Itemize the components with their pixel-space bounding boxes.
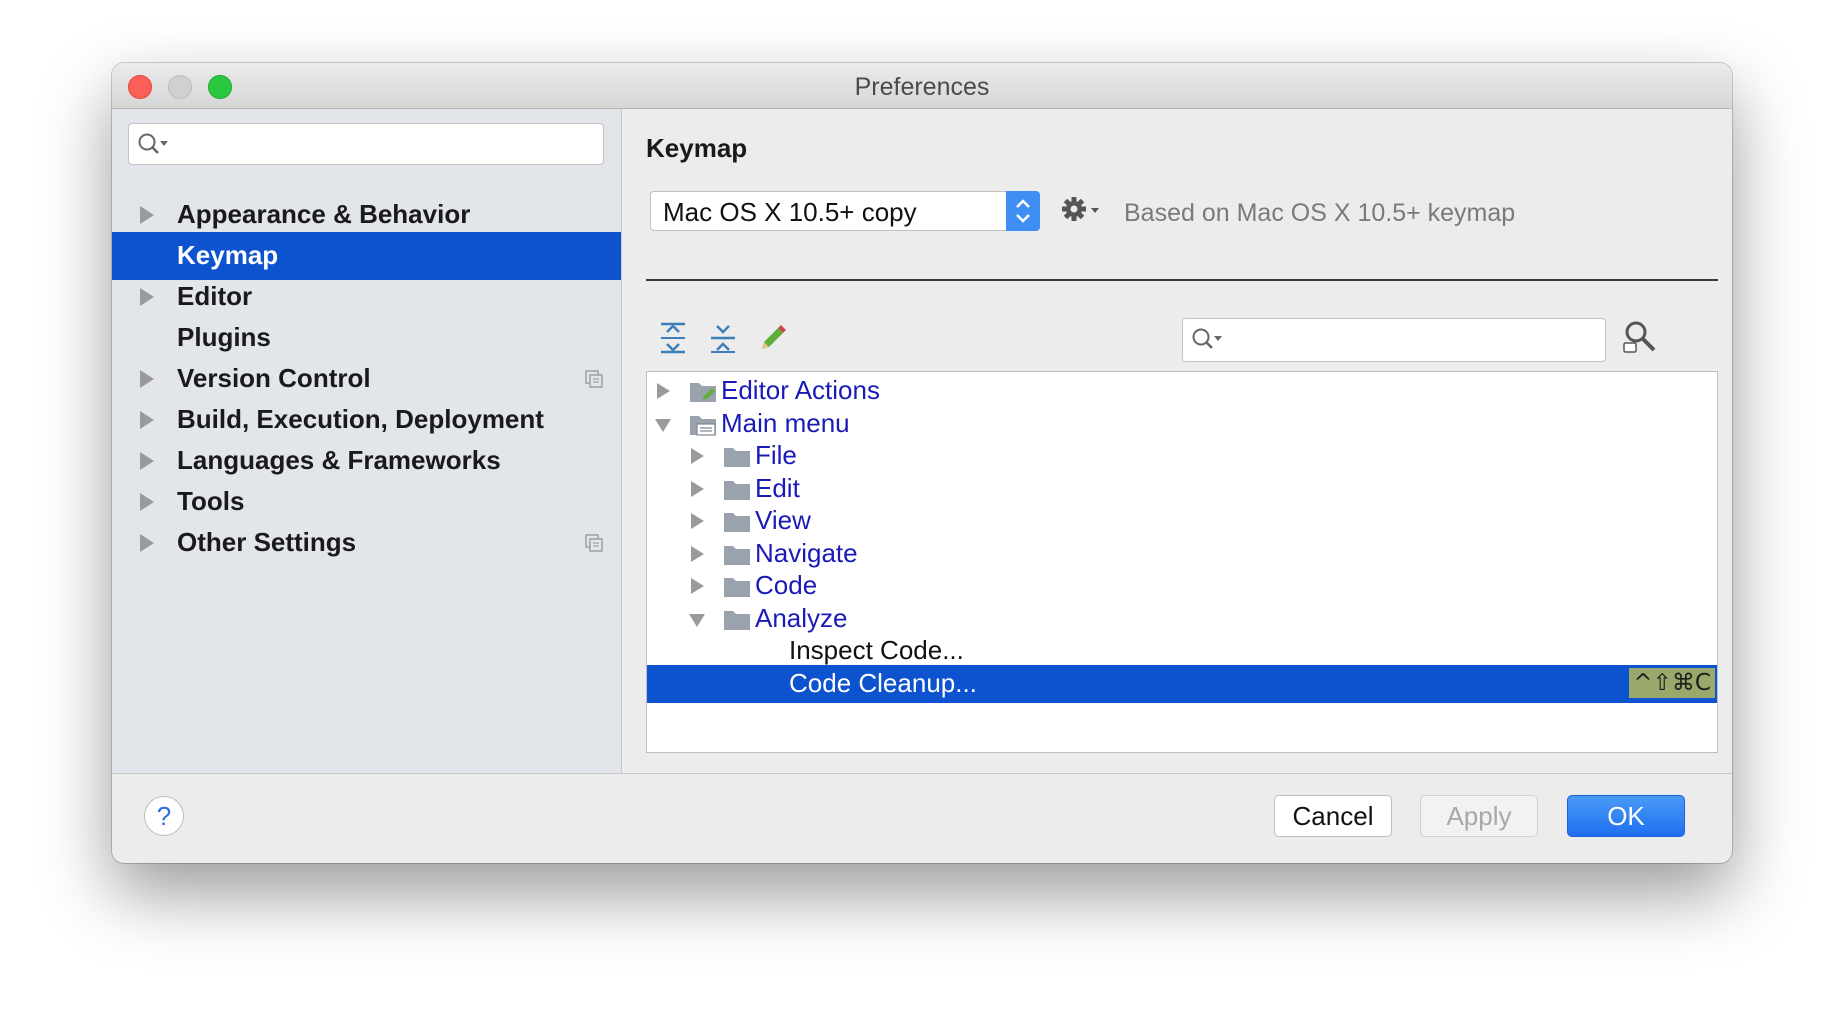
settings-search-input[interactable] — [128, 123, 604, 165]
sidebar-item-other-settings[interactable]: Other Settings — [112, 519, 621, 567]
action-tree: Editor Actions Main menu File Edit View Navig… — [646, 371, 1718, 753]
collapse-all-icon[interactable] — [708, 321, 738, 355]
tree-row-label: Code Cleanup... — [789, 667, 977, 698]
tree-row-label: Editor Actions — [721, 375, 880, 405]
tree-row-code-cleanup[interactable]: Code Cleanup... ^⇧⌘C — [647, 664, 1717, 703]
folder-icon — [724, 545, 750, 565]
main-menu-icon — [690, 415, 716, 436]
expand-arrow-icon[interactable] — [691, 480, 704, 497]
project-settings-icon — [585, 370, 603, 388]
tree-row-label: Navigate — [755, 537, 858, 568]
expand-arrow-icon[interactable] — [140, 288, 154, 306]
sidebar-item-label: Plugins — [177, 322, 271, 352]
sidebar-item-label: Keymap — [177, 240, 279, 270]
sidebar-item-label: Tools — [177, 486, 245, 516]
apply-button[interactable]: Apply — [1420, 795, 1538, 837]
sidebar-item-label: Appearance & Behavior — [177, 199, 471, 229]
collapse-arrow-icon[interactable] — [655, 418, 671, 432]
cancel-button[interactable]: Cancel — [1274, 795, 1392, 837]
expand-arrow-icon[interactable] — [140, 411, 154, 429]
title-bar: Preferences — [112, 63, 1732, 109]
folder-icon — [724, 448, 750, 467]
window-title: Preferences — [854, 73, 990, 101]
chevron-updown-icon — [1016, 199, 1030, 223]
settings-sidebar: Appearance & Behavior Keymap Editor Plugins… — [112, 109, 622, 773]
help-button[interactable]: ? — [144, 796, 184, 836]
expand-arrow-icon[interactable] — [140, 370, 154, 388]
sidebar-item-label: Editor — [177, 281, 253, 311]
tree-row-label: Inspect Code... — [789, 635, 964, 665]
gear-icon[interactable] — [1060, 193, 1104, 227]
expand-arrow-icon[interactable] — [691, 448, 704, 464]
action-filter-input[interactable] — [1182, 318, 1606, 362]
expand-arrow-icon[interactable] — [140, 534, 154, 552]
keymap-select-stepper[interactable] — [1006, 191, 1040, 231]
keymap-select[interactable]: Mac OS X 10.5+ copy — [650, 191, 1040, 231]
separator — [646, 279, 1718, 281]
tree-row-label: Analyze — [755, 602, 848, 633]
expand-arrow-icon[interactable] — [691, 578, 704, 594]
sidebar-item-label: Build, Execution, Deployment — [177, 404, 544, 434]
search-icon — [1192, 328, 1222, 349]
project-settings-icon — [585, 534, 603, 552]
expand-arrow-icon[interactable] — [140, 452, 154, 470]
expand-arrow-icon[interactable] — [140, 493, 154, 511]
edit-shortcut-icon[interactable] — [756, 321, 786, 355]
dialog-footer: ? Cancel Apply OK — [112, 773, 1732, 863]
expand-all-icon[interactable] — [658, 321, 688, 355]
folder-icon — [724, 513, 750, 532]
keymap-select-value: Mac OS X 10.5+ copy — [663, 197, 917, 227]
expand-arrow-icon[interactable] — [691, 513, 704, 529]
folder-icon — [724, 480, 750, 500]
tree-row-label: File — [755, 440, 797, 470]
editor-actions-icon — [690, 383, 716, 402]
expand-arrow-icon[interactable] — [657, 383, 670, 399]
tree-row-label: Edit — [755, 472, 800, 503]
tree-row-label: Main menu — [721, 407, 850, 438]
search-icon — [138, 133, 168, 154]
folder-icon — [724, 610, 750, 630]
sidebar-item-label: Other Settings — [177, 527, 357, 557]
sidebar-item-label: Languages & Frameworks — [177, 445, 501, 475]
collapse-arrow-icon[interactable] — [689, 613, 705, 627]
tree-row-label: Code — [755, 570, 818, 600]
folder-icon — [724, 578, 750, 597]
preferences-window: Preferences Appearance & Behavior Keymap E… — [112, 63, 1732, 863]
expand-arrow-icon[interactable] — [140, 206, 154, 224]
page-title: Keymap — [646, 133, 748, 163]
tree-row-label: View — [755, 505, 811, 535]
based-on-text: Based on Mac OS X 10.5+ keymap — [1124, 199, 1516, 227]
ok-button[interactable]: OK — [1567, 795, 1685, 837]
sidebar-item-label: Version Control — [177, 363, 371, 393]
shortcut-badge: ^⇧⌘C — [1629, 667, 1715, 698]
expand-arrow-icon[interactable] — [691, 545, 704, 562]
find-by-shortcut-icon[interactable] — [1622, 319, 1658, 355]
